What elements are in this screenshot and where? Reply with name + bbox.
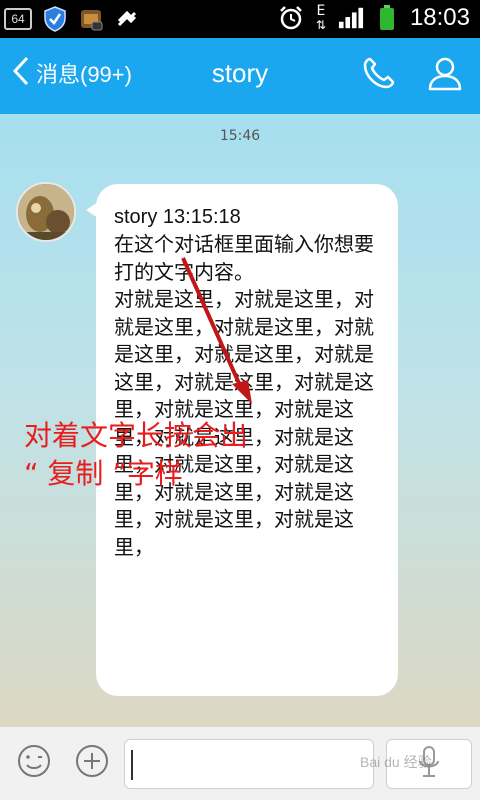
phone-icon [361,55,397,95]
notification-count-badge: 64 [4,8,32,30]
shield-icon [42,6,68,32]
usb-icon [114,6,140,32]
status-bar: 64 E ⇅ 18:03 [0,0,480,38]
signal-icon [338,5,364,31]
plus-button[interactable] [72,743,112,783]
app-icon [78,6,104,32]
emoji-button[interactable] [14,743,54,783]
person-icon [427,55,463,95]
alarm-icon [278,5,304,31]
plus-icon [74,743,110,783]
network-type-label: E ⇅ [315,3,326,32]
chat-title: story [211,58,269,88]
emoji-icon [16,743,52,783]
annotation-line-1: 对着文字长按会出 [24,419,249,452]
status-right-icons: E ⇅ 18:03 [278,4,470,32]
battery-icon [374,5,400,31]
message-input[interactable] [124,739,374,789]
status-left-icons: 64 [4,6,140,32]
profile-button[interactable] [424,54,466,96]
text-caret [131,750,133,780]
annotation-line-2: “ 复制 ”字样 [24,457,183,490]
watermark: Bai du 经验 [360,754,432,770]
clock: 18:03 [409,4,470,31]
chat-header: 消息(99+) story [0,38,480,114]
call-button[interactable] [358,54,400,96]
message-list[interactable]: 15:46 story 13:15:18 在这个对话框里面输入你想要打的文字内容… [0,114,480,726]
